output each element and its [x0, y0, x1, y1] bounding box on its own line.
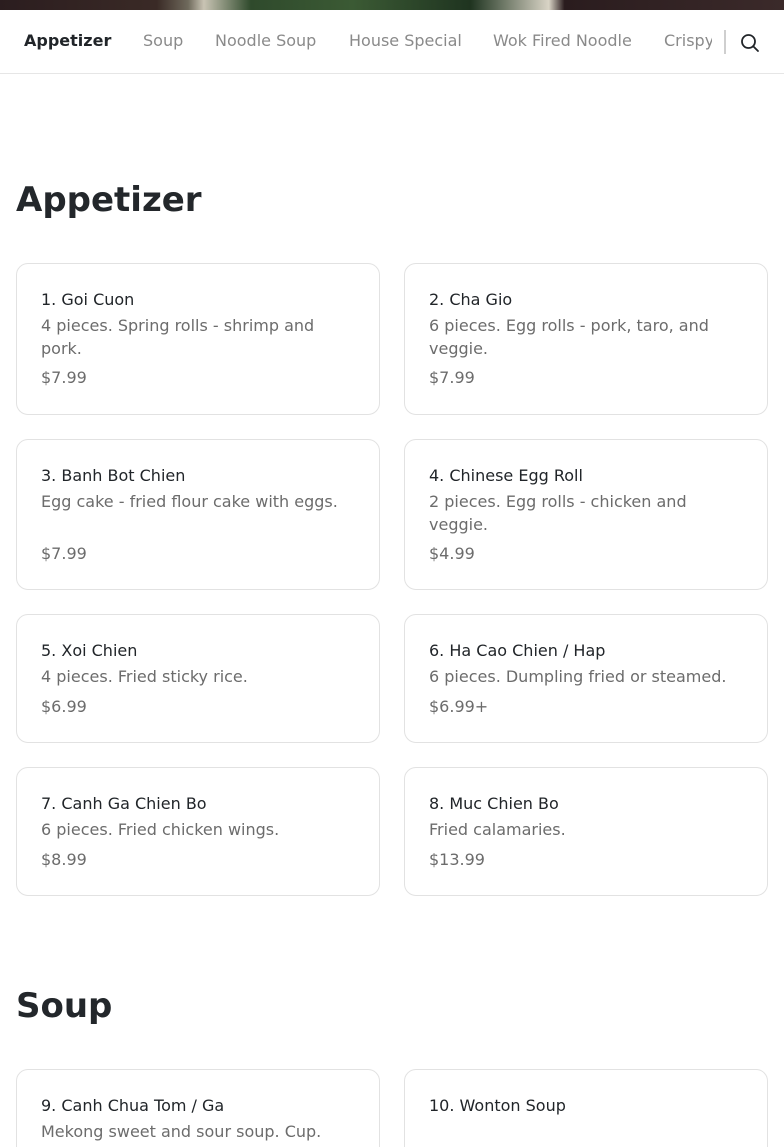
menu-item-price: $7.99 [41, 368, 87, 387]
menu-item-name: 7. Canh Ga Chien Bo [41, 794, 207, 813]
menu-item-description: 6 pieces. Dumpling fried or steamed. [429, 667, 727, 686]
menu-item-card[interactable]: 4. Chinese Egg Roll 2 pieces. Egg rolls … [404, 439, 768, 590]
menu-item-name: 5. Xoi Chien [41, 641, 138, 660]
menu-item-description: 4 pieces. Fried sticky rice. [41, 667, 248, 686]
menu-item-name: 1. Goi Cuon [41, 290, 135, 309]
menu-item-name: 4. Chinese Egg Roll [429, 466, 583, 485]
category-tabs: Appetizer Soup Noodle Soup House Special… [0, 10, 712, 73]
menu-item-description: 2 pieces. Egg rolls - chicken and veggie… [429, 492, 687, 534]
search-button[interactable] [738, 31, 762, 55]
tab-appetizer[interactable]: Appetizer [24, 31, 111, 51]
menu-item-card[interactable]: 5. Xoi Chien 4 pieces. Fried sticky rice… [16, 614, 380, 743]
nav-divider [724, 30, 726, 54]
menu-item-card[interactable]: 8. Muc Chien Bo Fried calamaries. $13.99 [404, 767, 768, 896]
menu-item-card[interactable]: 6. Ha Cao Chien / Hap 6 pieces. Dumpling… [404, 614, 768, 743]
menu-item-name: 2. Cha Gio [429, 290, 513, 309]
menu-item-card[interactable]: 2. Cha Gio 6 pieces. Egg rolls - pork, t… [404, 263, 768, 415]
menu-item-description: Egg cake - fried flour cake with eggs. [41, 492, 338, 511]
menu-item-description: 6 pieces. Fried chicken wings. [41, 820, 280, 839]
tab-wok-fired-noodle[interactable]: Wok Fired Noodle [493, 31, 632, 51]
search-icon [741, 34, 759, 52]
menu-item-description: Fried calamaries. [429, 820, 566, 839]
section-title-appetizer: Appetizer [16, 180, 202, 220]
tab-noodle-soup[interactable]: Noodle Soup [215, 31, 316, 51]
menu-item-name: 6. Ha Cao Chien / Hap [429, 641, 606, 660]
menu-item-card[interactable]: 1. Goi Cuon 4 pieces. Spring rolls - shr… [16, 263, 380, 415]
menu-item-card[interactable]: 10. Wonton Soup [404, 1069, 768, 1147]
menu-item-description: 6 pieces. Egg rolls - pork, taro, and ve… [429, 316, 709, 358]
menu-item-name: 9. Canh Chua Tom / Ga [41, 1096, 225, 1115]
menu-item-name: 8. Muc Chien Bo [429, 794, 559, 813]
menu-item-card[interactable]: 7. Canh Ga Chien Bo 6 pieces. Fried chic… [16, 767, 380, 896]
tab-house-special[interactable]: House Special [349, 31, 462, 51]
section-title-soup: Soup [16, 986, 113, 1026]
hero-image-strip [0, 0, 784, 10]
menu-item-price: $13.99 [429, 850, 485, 869]
tab-soup[interactable]: Soup [143, 31, 183, 51]
menu-item-card[interactable]: 9. Canh Chua Tom / Ga Mekong sweet and s… [16, 1069, 380, 1147]
menu-item-price: $7.99 [429, 368, 475, 387]
menu-item-price: $7.99 [41, 544, 87, 563]
menu-item-description: Mekong sweet and sour soup. Cup. [41, 1122, 322, 1141]
menu-item-card[interactable]: 3. Banh Bot Chien Egg cake - fried flour… [16, 439, 380, 590]
menu-item-description: 4 pieces. Spring rolls - shrimp and pork… [41, 316, 315, 358]
menu-item-price: $4.99 [429, 544, 475, 563]
menu-item-price: $6.99 [41, 697, 87, 716]
menu-item-name: 3. Banh Bot Chien [41, 466, 186, 485]
category-nav: Appetizer Soup Noodle Soup House Special… [0, 10, 784, 74]
menu-item-price: $6.99+ [429, 697, 489, 716]
menu-item-price: $8.99 [41, 850, 87, 869]
menu-item-name: 10. Wonton Soup [429, 1096, 566, 1115]
tab-crispy[interactable]: Crispy [664, 31, 712, 51]
